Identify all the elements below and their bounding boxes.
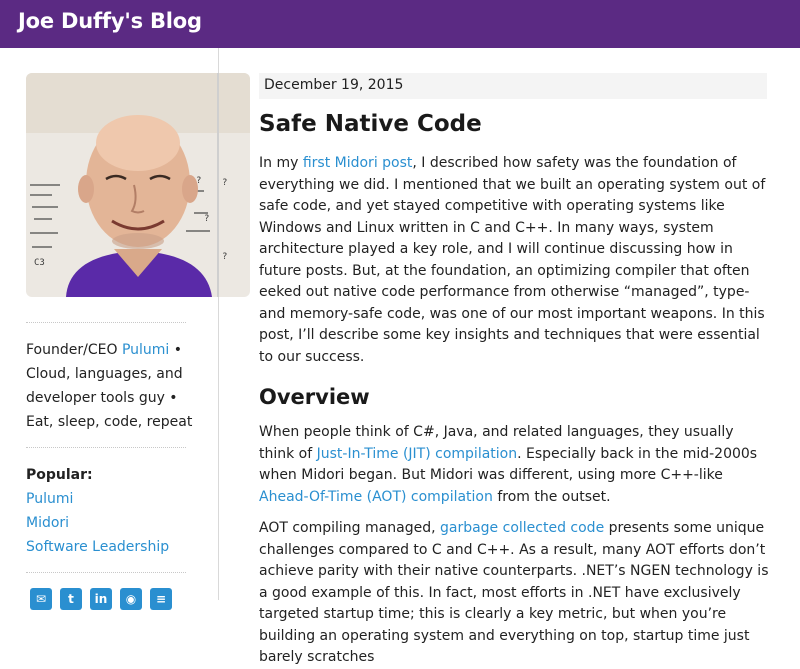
bio-company-link[interactable]: Pulumi (122, 342, 169, 358)
linkedin-icon[interactable]: in (90, 588, 112, 610)
svg-text:C3: C3 (34, 258, 45, 268)
jit-compilation-link[interactable]: Just-In-Time (JIT) compilation (317, 446, 517, 462)
sidebar-separator (26, 322, 186, 323)
post-content: Safe Native Code In my first Midori post… (259, 104, 771, 669)
paragraph: In my first Midori post, I described how… (259, 153, 771, 368)
bio-role: Founder/CEO (26, 342, 122, 358)
svg-text:?: ? (222, 178, 227, 188)
first-midori-post-link[interactable]: first Midori post (303, 155, 413, 171)
paragraph: AOT compiling managed, garbage collected… (259, 518, 771, 669)
paragraph-text: AOT compiling managed, (259, 520, 440, 536)
svg-text:?: ? (222, 252, 227, 262)
paragraph-text: In my (259, 155, 303, 171)
popular-links: Popular: Pulumi Midori Software Leadersh… (26, 463, 206, 559)
post-date-bar: December 19, 2015 (259, 73, 767, 99)
paragraph-text: , I described how safety was the foundat… (259, 155, 766, 365)
garbage-collected-code-link[interactable]: garbage collected code (440, 520, 604, 536)
aot-compilation-link[interactable]: Ahead-Of-Time (AOT) compilation (259, 489, 493, 505)
author-avatar: ? ? ? ? C3 (26, 73, 250, 297)
svg-text:?: ? (204, 214, 209, 224)
sidebar-separator (26, 447, 186, 448)
site-title-link[interactable]: Joe Duffy's Blog (18, 9, 202, 33)
section-heading-overview: Overview (259, 385, 370, 409)
author-bio: Founder/CEO Pulumi • Cloud, languages, a… (26, 338, 196, 434)
post-date: December 19, 2015 (264, 77, 404, 93)
top-bar: Joe Duffy's Blog (0, 0, 800, 48)
popular-link-software-leadership[interactable]: Software Leadership (26, 535, 206, 559)
sidebar-separator (26, 572, 186, 573)
paragraph: When people think of C#, Java, and relat… (259, 422, 771, 508)
paragraph-text: from the outset. (492, 488, 611, 505)
email-icon[interactable]: ✉ (30, 588, 52, 610)
popular-heading: Popular: (26, 467, 93, 483)
menu-icon[interactable]: ≡ (150, 588, 172, 610)
popular-link-pulumi[interactable]: Pulumi (26, 487, 206, 511)
paragraph-text: presents some unique challenges compared… (259, 520, 769, 665)
rss-icon[interactable]: ◉ (120, 588, 142, 610)
social-icons: ✉ t in ◉ ≡ (30, 588, 172, 610)
post-title: Safe Native Code (259, 111, 482, 137)
twitter-icon[interactable]: t (60, 588, 82, 610)
popular-link-midori[interactable]: Midori (26, 511, 206, 535)
